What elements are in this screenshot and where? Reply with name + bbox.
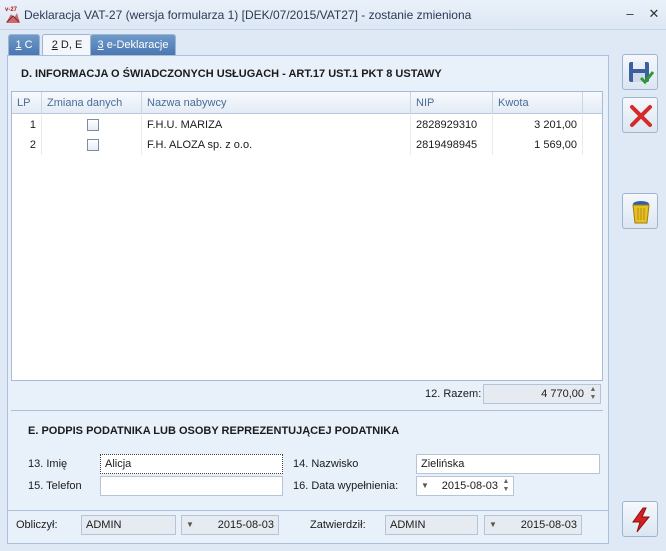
obliczyl-label: Obliczył:	[16, 519, 58, 531]
cell-nip: 2828929310	[411, 115, 493, 135]
icon-badge-text: v-27	[5, 7, 18, 13]
tab-d-e-label: D, E	[57, 39, 83, 51]
save-icon	[629, 62, 655, 85]
dropdown-arrow-icon[interactable]: ▼	[421, 477, 429, 495]
telefon-input[interactable]	[100, 476, 283, 496]
cell-zmiana	[42, 135, 142, 155]
cell-lp: 1	[12, 115, 42, 135]
zatwierdzil-label: Zatwierdził:	[310, 519, 366, 531]
table-row[interactable]: 2 F.H. ALOZA sp. z o.o. 2819498945 1 569…	[12, 135, 602, 155]
zmiana-danych-checkbox[interactable]	[87, 119, 99, 131]
data-wypelnienia-value: 2015-08-03	[441, 480, 498, 492]
obliczyl-date-value: 2015-08-03	[217, 519, 274, 531]
razem-value: 4 770,00	[541, 388, 584, 400]
zatwierdzil-date-field: ▼ 2015-08-03	[484, 515, 582, 535]
cancel-icon	[630, 105, 652, 127]
obliczyl-user-field: ADMIN	[81, 515, 176, 535]
imie-label: 13. Imię	[28, 458, 68, 470]
zatwierdzil-date-value: 2015-08-03	[520, 519, 577, 531]
spin-arrows-icon[interactable]: ▲ ▼	[501, 478, 511, 494]
cell-zmiana	[42, 115, 142, 135]
telefon-label: 15. Telefon	[28, 480, 82, 492]
col-header-nazwa-nabywcy[interactable]: Nazwa nabywcy	[142, 92, 411, 114]
tab-e-deklaracje[interactable]: 3 e-Deklaracje	[90, 34, 176, 55]
zatwierdzil-user-field: ADMIN	[385, 515, 478, 535]
tab-d-e[interactable]: 2 D, E	[42, 34, 92, 57]
razem-field[interactable]: 4 770,00 ▲ ▼	[483, 384, 601, 404]
tab-c-label: C	[21, 39, 33, 51]
vat27-app-icon: v-27	[4, 5, 22, 25]
data-wypelnienia-label: 16. Data wypełnienia:	[293, 480, 399, 492]
lightning-icon	[632, 507, 651, 533]
col-header-lp[interactable]: LP	[12, 92, 42, 114]
table-row[interactable]: 1 F.H.U. MARIZA 2828929310 3 201,00	[12, 115, 602, 135]
cell-nazwa: F.H. ALOZA sp. z o.o.	[142, 135, 411, 155]
dropdown-arrow-icon: ▼	[489, 520, 497, 529]
services-table: LP Zmiana danych Nazwa nabywcy NIP Kwota…	[11, 91, 603, 381]
execute-button[interactable]	[622, 501, 658, 537]
window-title: Deklaracja VAT-27 (wersja formularza 1) …	[24, 8, 472, 22]
cell-lp: 2	[12, 135, 42, 155]
title-bar: v-27 Deklaracja VAT-27 (wersja formularz…	[0, 0, 666, 30]
imie-input[interactable]: Alicja	[100, 454, 283, 474]
col-header-kwota[interactable]: Kwota	[493, 92, 583, 114]
section-d-title: D. INFORMACJA O ŚWIADCZONYCH USŁUGACH - …	[21, 68, 442, 80]
razem-label: 12. Razem:	[425, 388, 482, 400]
cancel-button[interactable]	[622, 97, 658, 133]
table-header: LP Zmiana danych Nazwa nabywcy NIP Kwota	[12, 92, 602, 114]
cell-nip: 2819498945	[411, 135, 493, 155]
cell-kwota: 3 201,00	[493, 115, 583, 135]
cell-nazwa: F.H.U. MARIZA	[142, 115, 411, 135]
nazwisko-label: 14. Nazwisko	[293, 458, 359, 470]
col-header-nip[interactable]: NIP	[411, 92, 493, 114]
col-header-zmiana-danych[interactable]: Zmiana danych	[42, 92, 142, 114]
nazwisko-input[interactable]: Zielińska	[416, 454, 600, 474]
spin-arrows-icon[interactable]: ▲ ▼	[588, 386, 598, 402]
delete-bin-icon	[632, 201, 650, 224]
tab-e-deklaracje-label: e-Deklaracje	[103, 39, 169, 51]
dropdown-arrow-icon: ▼	[186, 520, 194, 529]
save-button[interactable]	[622, 54, 658, 90]
data-wypelnienia-input[interactable]: ▼ 2015-08-03 ▲ ▼	[416, 476, 514, 496]
zmiana-danych-checkbox[interactable]	[87, 139, 99, 151]
minimize-icon[interactable]: –	[622, 6, 638, 22]
close-icon[interactable]: ✕	[646, 6, 662, 22]
section-e-title: E. PODPIS PODATNIKA LUB OSOBY REPREZENTU…	[28, 425, 400, 437]
cell-kwota: 1 569,00	[493, 135, 583, 155]
delete-button[interactable]	[622, 193, 658, 229]
tab-c[interactable]: 1 C	[8, 34, 40, 55]
obliczyl-date-field: ▼ 2015-08-03	[181, 515, 279, 535]
